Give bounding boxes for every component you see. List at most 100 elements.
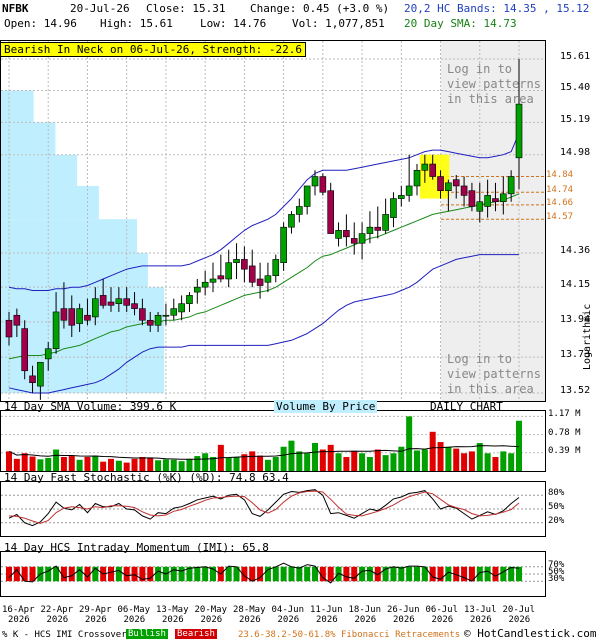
pattern-note-line: Log in to: [447, 352, 513, 366]
volume-bar: [351, 451, 358, 471]
price-tick-label: 15.40: [560, 82, 591, 94]
bullish-candle: [115, 298, 123, 304]
vbp-label: Volume By Price: [274, 400, 378, 413]
imi-bar: [115, 566, 122, 582]
volume-bar: [76, 459, 83, 471]
header-close: Close: 15.31: [146, 2, 226, 15]
bullish-candle: [288, 214, 295, 228]
momentum-tick-label: 30%: [548, 574, 565, 585]
bullish-candle: [413, 169, 421, 187]
volume-bar: [280, 446, 287, 471]
header-open: Open: 14.96: [4, 17, 77, 30]
price-tick-label: 14.36: [560, 244, 591, 256]
imi-bar: [398, 566, 405, 582]
date-label: 06-Jul: [425, 605, 459, 615]
bearish-candle: [123, 298, 130, 306]
volume-bar: [29, 456, 36, 471]
stochastic-tick-label: 20%: [548, 515, 565, 526]
copyright: © HotCandlestick.com: [464, 627, 597, 640]
bearish-candle: [343, 230, 350, 238]
vbp-bar: [1, 185, 99, 220]
header-change: Change: 0.45 (+3.0 %): [250, 2, 390, 15]
pattern-note-line: Log in to: [447, 62, 513, 76]
momentum-chart: [1, 562, 545, 584]
volume-bar: [162, 459, 169, 471]
volume-tick-label: 0.78 M: [548, 427, 581, 438]
legend-prefix: % K - HCS IMI Crossover:: [2, 630, 133, 640]
volume-bar: [178, 461, 185, 471]
imi-bar: [359, 566, 366, 582]
volume-bar: [359, 453, 366, 471]
bearish-candle: [468, 190, 476, 207]
imi-bar: [45, 566, 52, 582]
volume-bar: [84, 457, 91, 471]
bearish-candle: [492, 198, 499, 203]
volume-bar: [508, 453, 515, 471]
imi-bar: [202, 566, 209, 582]
date-label: 13-Jul: [464, 605, 497, 615]
imi-bar: [484, 566, 491, 582]
imi-bar: [296, 566, 303, 582]
bullish-candle: [390, 198, 397, 218]
volume-bar: [366, 457, 373, 471]
pattern-note-line: in this area: [447, 92, 534, 106]
volume-bar: [335, 453, 342, 471]
bullish-candle: [201, 281, 209, 288]
year-label: 2026: [393, 615, 415, 625]
volume-bar: [374, 449, 381, 471]
bearish-candle: [99, 295, 107, 306]
fib-label: 14.84: [546, 169, 574, 180]
vbp-bar: [1, 90, 34, 123]
volume-bar: [319, 449, 326, 471]
bullish-candle: [476, 201, 484, 212]
volume-bar: [257, 455, 264, 471]
bearish-candle: [241, 259, 248, 270]
imi-bar: [516, 566, 522, 582]
volume-bar: [421, 449, 428, 471]
bullish-candle: [484, 195, 491, 207]
pattern-alert: Bearish In Neck on 06-Jul-26, Strength: …: [0, 42, 307, 57]
bearish-candle: [256, 278, 264, 286]
imi-bar: [351, 566, 358, 582]
imi-bar: [500, 566, 507, 582]
volume-bar: [492, 457, 499, 471]
volume-bar: [445, 446, 452, 471]
header-high: High: 15.61: [100, 17, 173, 30]
bullish-candle: [225, 262, 232, 280]
volume-bar: [53, 449, 60, 471]
bullish-candle: [405, 185, 413, 196]
pattern-note-line: in this area: [447, 382, 534, 396]
imi-bar: [194, 566, 201, 582]
bullish-candle: [44, 348, 52, 360]
date-label: 04-Jun: [271, 605, 305, 615]
bullish-candle: [178, 303, 185, 313]
volume-bar: [6, 451, 12, 471]
volume-bar: [468, 451, 475, 471]
volume-bar: [225, 457, 232, 471]
imi-bar: [29, 566, 36, 582]
imi-bar: [492, 566, 499, 582]
bearish-candle: [429, 163, 436, 177]
bearish-candle: [84, 314, 91, 321]
date-label: 13-May: [156, 605, 189, 615]
bullish-candle: [303, 185, 311, 207]
bearish-candle: [21, 328, 28, 372]
volume-bar: [37, 459, 44, 471]
date-label: 06-May: [117, 605, 151, 615]
bearish-candle: [5, 319, 13, 338]
bullish-badge: Bullish: [126, 629, 168, 639]
pattern-note-top: Log in to view patterns in this area: [447, 62, 541, 107]
header-bands: 20,2 HC Bands: 14.35 , 15.12: [404, 2, 590, 15]
price-tick-label: 13.52: [560, 385, 591, 396]
header-sma: 20 Day SMA: 14.73: [404, 17, 517, 30]
volume-bar: [429, 431, 436, 471]
year-label: 2026: [200, 615, 223, 625]
year-label: 2026: [162, 615, 184, 625]
imi-bar: [170, 566, 177, 582]
year-label: 2026: [354, 615, 377, 625]
bullish-candle: [209, 278, 217, 283]
price-tick-label: 15.19: [560, 114, 591, 126]
bearish-candle: [107, 301, 115, 306]
volume-bar: [461, 453, 468, 471]
header-low: Low: 14.76: [200, 17, 267, 30]
